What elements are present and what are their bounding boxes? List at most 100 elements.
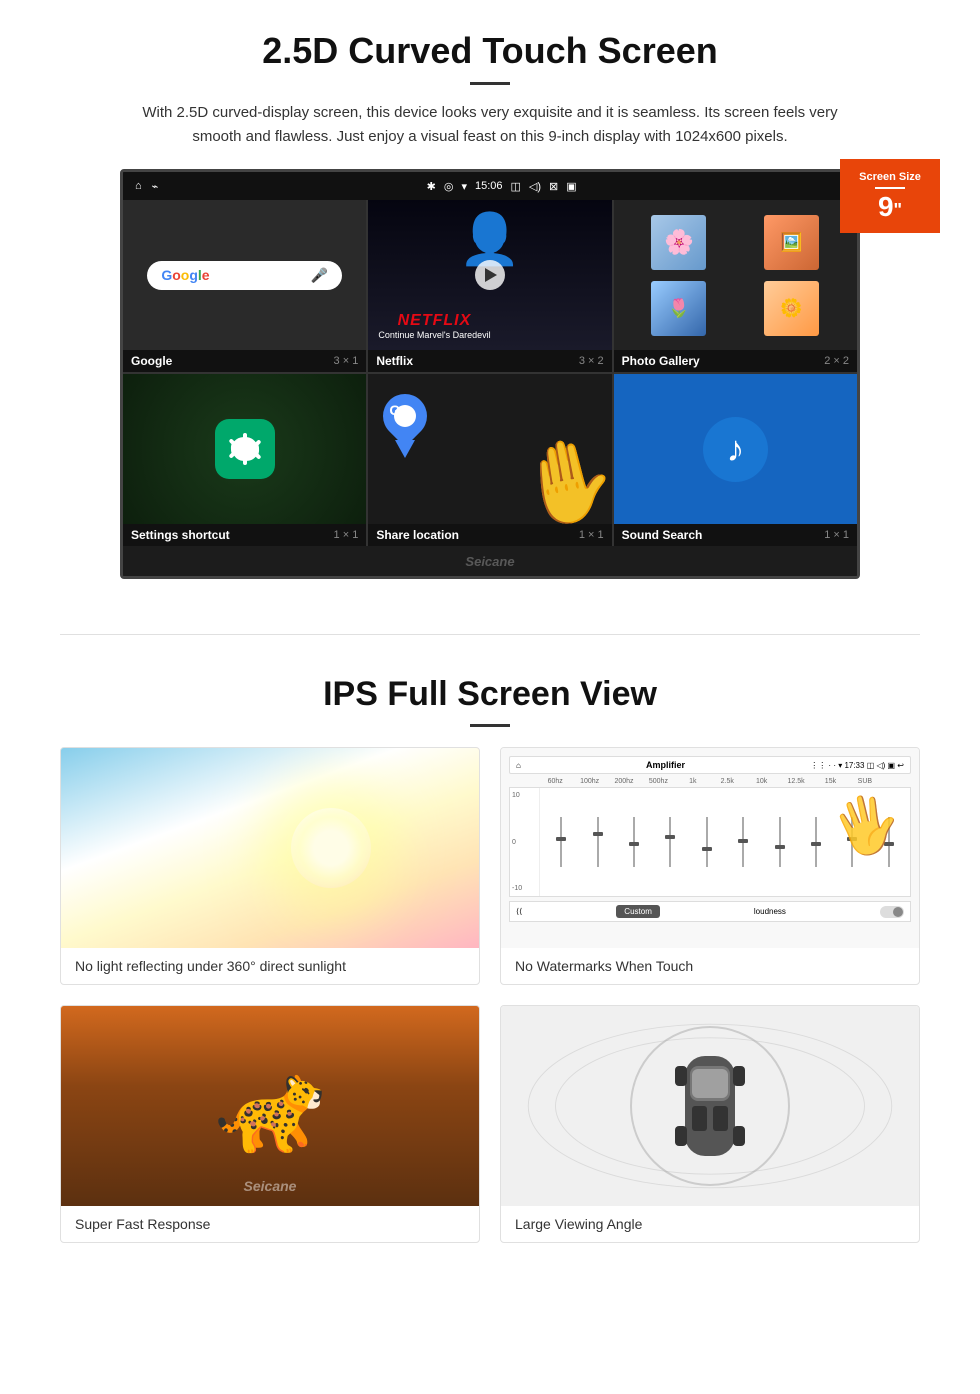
amp-header: ⌂ Amplifier ⋮⋮ · · ▾ 17:33 ◫ ◁) ▣ ↩: [509, 756, 911, 774]
cheetah-image: 🐆 Seicane: [61, 1006, 479, 1206]
location-icon: ◎: [444, 180, 454, 193]
amplifier-bg: ⌂ Amplifier ⋮⋮ · · ▾ 17:33 ◫ ◁) ▣ ↩ 60hz…: [501, 748, 919, 948]
sound-size: 1 × 1: [824, 529, 849, 541]
google-logo: Google: [161, 267, 209, 283]
settings-label: Settings shortcut: [131, 528, 230, 542]
settings-size: 1 × 1: [334, 529, 359, 541]
mic-icon[interactable]: 🎤: [311, 267, 328, 284]
section2-title: IPS Full Screen View: [60, 675, 920, 714]
app-cell-netflix[interactable]: 👤 NETFLIX Continue Marvel's Daredevil Ne…: [368, 200, 611, 372]
amp-footer: ⟨⟨ Custom loudness: [509, 901, 911, 922]
bluetooth-icon: ✱: [427, 180, 436, 193]
status-bar-left: ⌂ ⌁: [135, 180, 158, 193]
app-cell-google[interactable]: Google 🎤 Google 3 × 1: [123, 200, 366, 372]
time-display: 15:06: [475, 180, 503, 192]
app-cell-gallery[interactable]: 🌸 🖼️ 🌷 🌼 Photo Gallery: [614, 200, 857, 372]
feature-card-cheetah: 🐆 Seicane Super Fast Response: [60, 1005, 480, 1243]
amp-eq-area: 10 0 -10: [509, 787, 911, 897]
screen-size-badge: Screen Size 9": [840, 159, 940, 233]
android-screen: ⌂ ⌁ ✱ ◎ ▾ 15:06 ◫ ◁) ⊠ ▣: [120, 169, 860, 579]
hand-touch-icon: 🤚: [510, 427, 612, 524]
sound-label: Sound Search: [622, 528, 703, 542]
google-label: Google: [131, 354, 172, 368]
camera-icon: ◫: [511, 180, 521, 193]
amp-freq-labels: 60hz 100hz 200hz 500hz 1k 2.5k 10k 12.5k…: [509, 778, 911, 787]
play-button[interactable]: [475, 260, 505, 290]
google-cell-bottom: Google 3 × 1: [123, 350, 366, 372]
car-bg: [501, 1006, 919, 1206]
gallery-thumb-4: 🌼: [764, 281, 819, 336]
share-app-preview: G 🤚: [368, 374, 611, 524]
gallery-thumb-1: 🌸: [651, 215, 706, 270]
section-curved-screen: 2.5D Curved Touch Screen With 2.5D curve…: [0, 0, 980, 604]
amplifier-label: No Watermarks When Touch: [501, 948, 919, 984]
share-size: 1 × 1: [579, 529, 604, 541]
section1-title: 2.5D Curved Touch Screen: [60, 30, 920, 72]
sound-cell-bottom: Sound Search 1 × 1: [614, 524, 857, 546]
feature-card-car: Large Viewing Angle: [500, 1005, 920, 1243]
netflix-logo: NETFLIX: [378, 312, 490, 330]
section2-divider: [470, 724, 510, 727]
section-divider: [60, 634, 920, 635]
music-icon: ♪: [703, 417, 768, 482]
status-bar: ⌂ ⌁ ✱ ◎ ▾ 15:06 ◫ ◁) ⊠ ▣: [123, 172, 857, 200]
status-bar-center: ✱ ◎ ▾ 15:06 ◫ ◁) ⊠ ▣: [158, 180, 845, 193]
close-box-icon: ⊠: [549, 180, 558, 193]
volume-icon: ◁): [529, 180, 541, 193]
feature-card-sunlight: No light reflecting under 360° direct su…: [60, 747, 480, 985]
amp-title: Amplifier: [646, 760, 685, 770]
viewing-angle-arcs: [501, 1006, 919, 1206]
share-label: Share location: [376, 528, 459, 542]
settings-cell-bottom: Settings shortcut 1 × 1: [123, 524, 366, 546]
cheetah-emoji: 🐆: [214, 1054, 326, 1159]
settings-app-preview: [123, 374, 366, 524]
gear-svg: [227, 431, 263, 467]
netflix-label: Netflix: [376, 354, 413, 368]
gallery-thumb-3: 🌷: [651, 281, 706, 336]
google-search-bar[interactable]: Google 🎤: [147, 261, 342, 290]
netflix-app-preview: 👤 NETFLIX Continue Marvel's Daredevil: [368, 200, 611, 350]
netflix-cell-bottom: Netflix 3 × 2: [368, 350, 611, 372]
screen-watermark-bar: Seicane: [123, 546, 857, 576]
cheetah-container: 🐆: [61, 1006, 479, 1206]
car-label: Large Viewing Angle: [501, 1206, 919, 1242]
play-triangle: [485, 268, 497, 282]
cheetah-label: Super Fast Response: [61, 1206, 479, 1242]
home-icon[interactable]: ⌂: [135, 180, 142, 192]
gallery-thumb-2: 🖼️: [764, 215, 819, 270]
sunlight-bg: [61, 748, 479, 948]
app-cell-share[interactable]: G 🤚 Share location 1 × 1: [368, 374, 611, 546]
amp-custom-button[interactable]: Custom: [616, 905, 660, 918]
google-size: 3 × 1: [334, 355, 359, 367]
app-grid: Google 🎤 Google 3 × 1: [123, 200, 857, 546]
cheetah-watermark: Seicane: [244, 1178, 297, 1194]
app-cell-settings[interactable]: Settings shortcut 1 × 1: [123, 374, 366, 546]
wifi-icon: ▾: [461, 180, 467, 193]
sound-app-preview: ♪: [614, 374, 857, 524]
sunlight-label: No light reflecting under 360° direct su…: [61, 948, 479, 984]
netflix-size: 3 × 2: [579, 355, 604, 367]
netflix-sub: Continue Marvel's Daredevil: [378, 330, 490, 340]
amp-home-icon: ⌂: [516, 761, 521, 770]
screen-watermark: Seicane: [465, 554, 514, 569]
badge-size: 9": [878, 191, 902, 222]
square-icon: ▣: [566, 180, 576, 193]
share-cell-bottom: Share location 1 × 1: [368, 524, 611, 546]
amp-prev-icon: ⟨⟨: [516, 907, 522, 916]
cheetah-bg: 🐆 Seicane: [61, 1006, 479, 1206]
section1-description: With 2.5D curved-display screen, this de…: [140, 101, 840, 149]
app-cell-sound[interactable]: ♪ Sound Search 1 × 1: [614, 374, 857, 546]
usb-icon: ⌁: [152, 180, 159, 193]
gallery-size: 2 × 2: [824, 355, 849, 367]
car-image: [501, 1006, 919, 1206]
amplifier-image: ⌂ Amplifier ⋮⋮ · · ▾ 17:33 ◫ ◁) ▣ ↩ 60hz…: [501, 748, 919, 948]
sun-glow: [291, 808, 371, 888]
amp-toggle[interactable]: [880, 906, 904, 918]
title-divider: [470, 82, 510, 85]
amp-loudness-label: loudness: [754, 907, 786, 916]
feature-grid: No light reflecting under 360° direct su…: [60, 747, 920, 1243]
music-note-icon: ♪: [726, 428, 744, 470]
section-ips: IPS Full Screen View No light reflecting…: [0, 665, 980, 1273]
google-app-preview: Google 🎤: [123, 200, 366, 350]
feature-card-amplifier: ⌂ Amplifier ⋮⋮ · · ▾ 17:33 ◫ ◁) ▣ ↩ 60hz…: [500, 747, 920, 985]
